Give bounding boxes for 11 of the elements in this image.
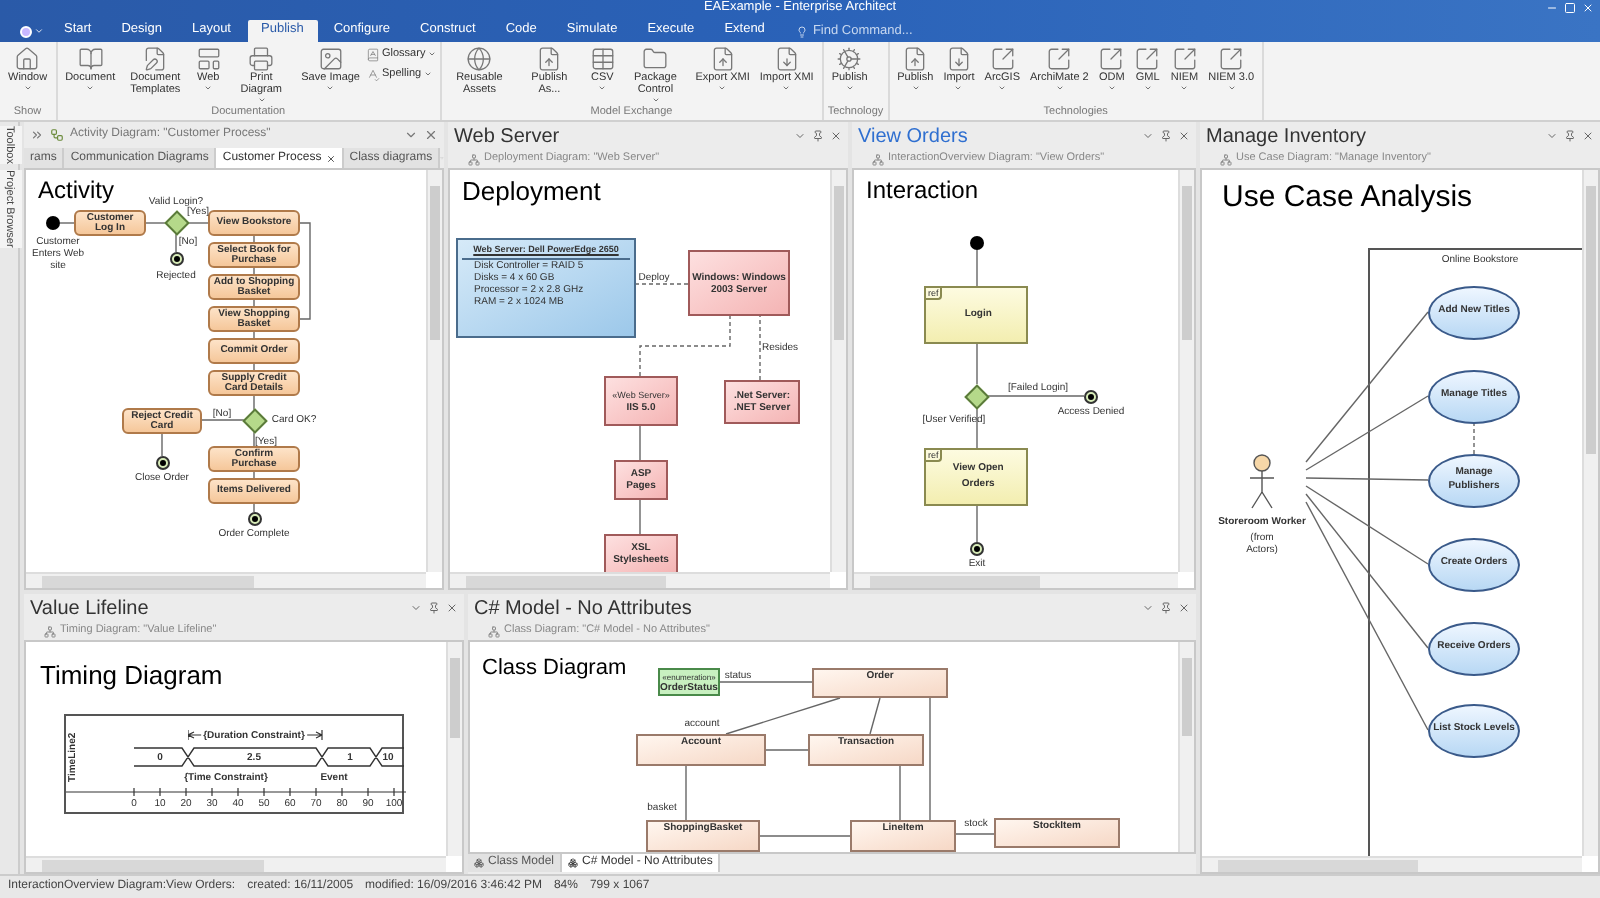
diagram-heading: Deployment <box>462 178 601 204</box>
panel-title: Value Lifeline <box>30 595 149 623</box>
diagram-heading: Class Diagram <box>482 658 627 680</box>
diagram-heading: Interaction <box>866 178 979 202</box>
diagram-heading: Activity <box>38 178 115 202</box>
diagram-heading: Timing Diagram <box>40 662 223 688</box>
diagram-heading: Use Case Analysis <box>1222 182 1473 212</box>
panel-title: Web Server <box>454 123 560 151</box>
panel-title: C# Model - No Attributes <box>474 595 692 623</box>
panel-title: Manage Inventory <box>1206 123 1367 151</box>
panel-title: View Orders <box>858 123 968 151</box>
